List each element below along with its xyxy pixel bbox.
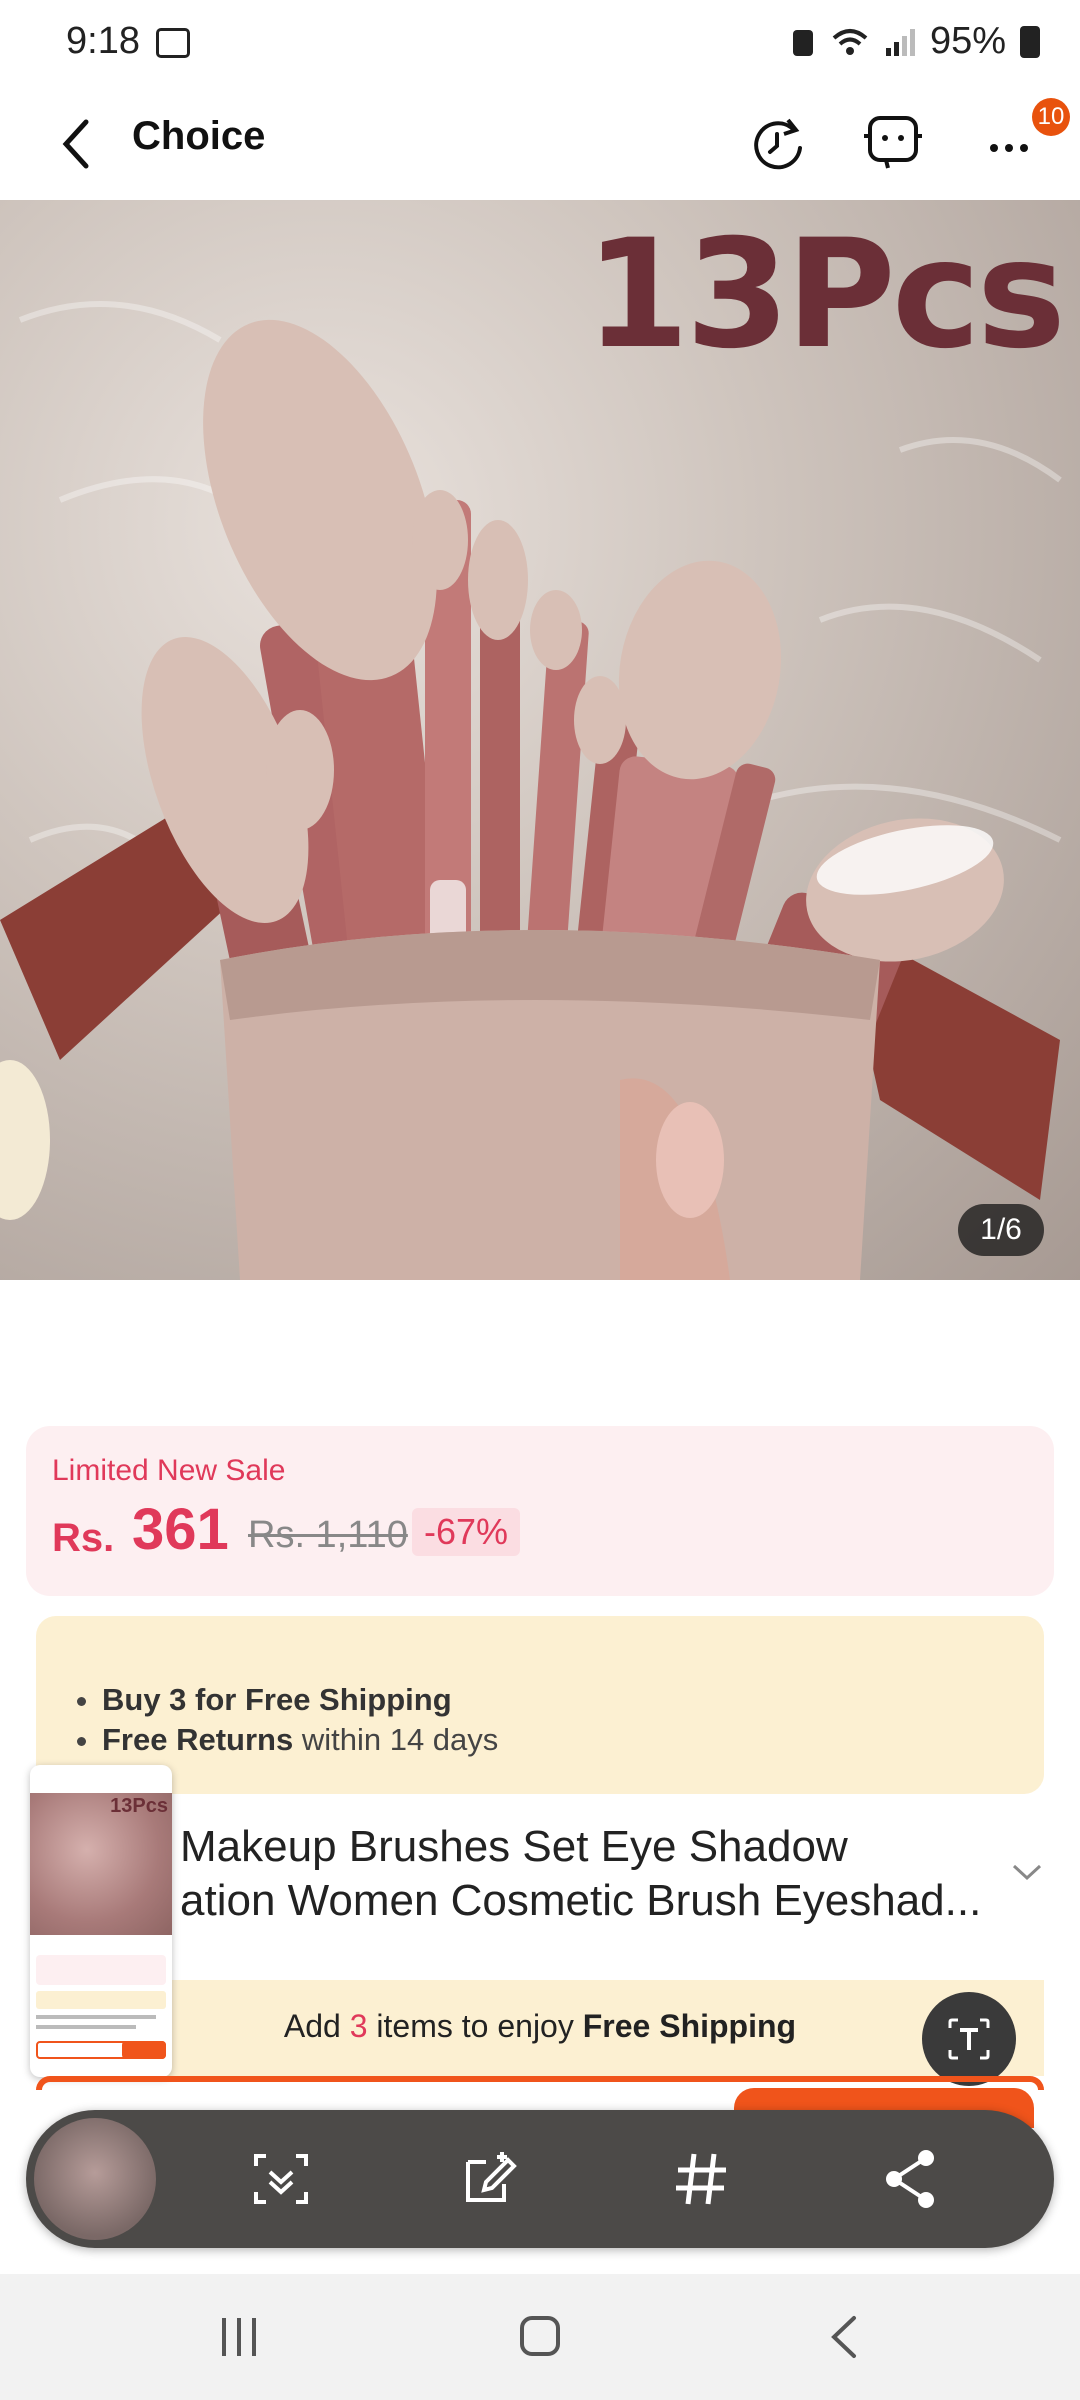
system-nav-bar	[0, 2274, 1080, 2400]
app-header: Choice	[0, 86, 1080, 200]
share-icon[interactable]	[876, 2144, 946, 2214]
recent-apps-icon[interactable]	[214, 2314, 264, 2360]
edit-icon[interactable]	[456, 2144, 526, 2214]
status-bar: 9:18 95%	[0, 0, 1080, 86]
promo-item-shipping: Buy 3 for Free Shipping	[102, 1682, 498, 1718]
recycle-icon	[792, 29, 813, 56]
product-title-line-1: Makeup Brushes Set Eye Shadow	[180, 1822, 848, 1871]
image-counter: 1/6	[958, 1204, 1044, 1256]
back-nav-icon[interactable]	[820, 2312, 868, 2362]
preview-title-line	[36, 2025, 136, 2029]
capture-thumbnail[interactable]	[34, 2118, 156, 2240]
chevron-down-icon[interactable]	[1010, 1862, 1044, 1884]
product-title-line-2: ation Women Cosmetic Brush Eyeshad...	[180, 1876, 982, 1925]
gallery-notification-icon	[156, 28, 190, 58]
current-price: 361	[132, 1497, 229, 1562]
discount-badge: -67%	[412, 1508, 521, 1556]
preview-buy-button	[122, 2041, 166, 2059]
back-arrow-icon[interactable]	[52, 116, 102, 172]
history-icon[interactable]	[742, 108, 812, 178]
product-title[interactable]: Makeup Brushes Set Eye Shadow ation Wome…	[180, 1820, 1000, 1928]
preview-overlay-text: 13Pcs	[110, 1795, 168, 1817]
screenshot-preview-thumbnail[interactable]: 13Pcs	[30, 1765, 172, 2077]
product-image-overlay-text: 13Pcs	[585, 208, 1066, 382]
status-right: 95%	[790, 20, 1040, 63]
hashtag-icon[interactable]	[666, 2144, 736, 2214]
home-icon[interactable]	[516, 2312, 564, 2360]
items-needed-count: 3	[349, 2008, 368, 2044]
preview-promo-block	[36, 1991, 166, 2009]
customer-service-icon[interactable]	[858, 108, 928, 178]
capture-toolbar	[26, 2110, 1054, 2248]
original-price: Rs. 1,110	[248, 1514, 408, 1556]
text-scan-icon	[948, 2018, 990, 2060]
battery-percent: 95%	[929, 20, 1006, 62]
page-title: Choice	[132, 114, 266, 158]
price-currency: Rs.	[52, 1516, 115, 1560]
promo-item-returns: Free Returns within 14 days	[102, 1722, 498, 1758]
preview-image: 13Pcs	[30, 1793, 172, 1935]
price-panel: Limited New Sale Rs. 361 Rs. 1,110 -67%	[26, 1426, 1054, 1596]
notification-badge: 10	[1032, 98, 1070, 136]
promo-list: Buy 3 for Free Shipping Free Returns wit…	[66, 1682, 498, 1762]
battery-icon	[1020, 25, 1040, 58]
status-time: 9:18	[66, 20, 140, 62]
product-image-carousel[interactable]: 13Pcs 1/6	[0, 200, 1080, 1280]
signal-icon	[885, 28, 915, 56]
sale-label: Limited New Sale	[52, 1454, 286, 1487]
wifi-icon	[832, 28, 868, 55]
preview-title-line	[36, 2015, 156, 2019]
free-shipping-text: Add 3 items to enjoy Free Shipping	[283, 2008, 797, 2044]
free-shipping-bar: Add 3 items to enjoy Free Shipping	[36, 1980, 1044, 2076]
extract-text-button[interactable]	[922, 1992, 1016, 2086]
scroll-capture-icon[interactable]	[246, 2144, 316, 2214]
promo-panel[interactable]: Buy 3 for Free Shipping Free Returns wit…	[36, 1616, 1044, 1794]
preview-price-block	[36, 1955, 166, 1985]
